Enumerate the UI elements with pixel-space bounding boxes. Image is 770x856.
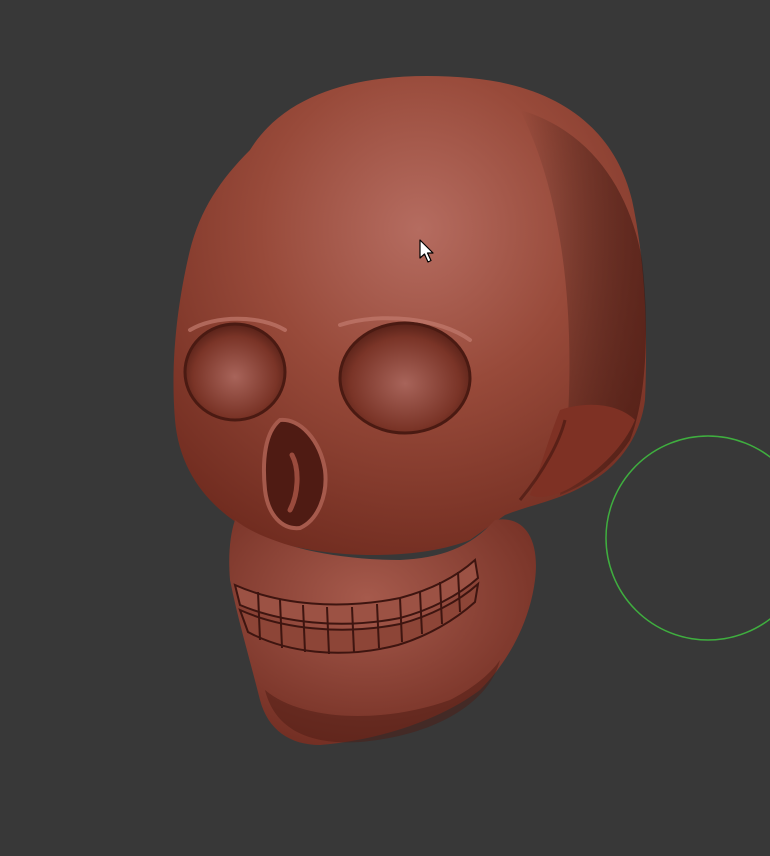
sculpt-viewport[interactable] (0, 0, 770, 856)
right-eye-socket (338, 321, 472, 435)
left-eye-socket (183, 322, 287, 422)
skull-model[interactable] (173, 76, 647, 745)
brush-radius-cursor[interactable] (605, 435, 770, 641)
viewport-canvas[interactable] (0, 0, 770, 856)
